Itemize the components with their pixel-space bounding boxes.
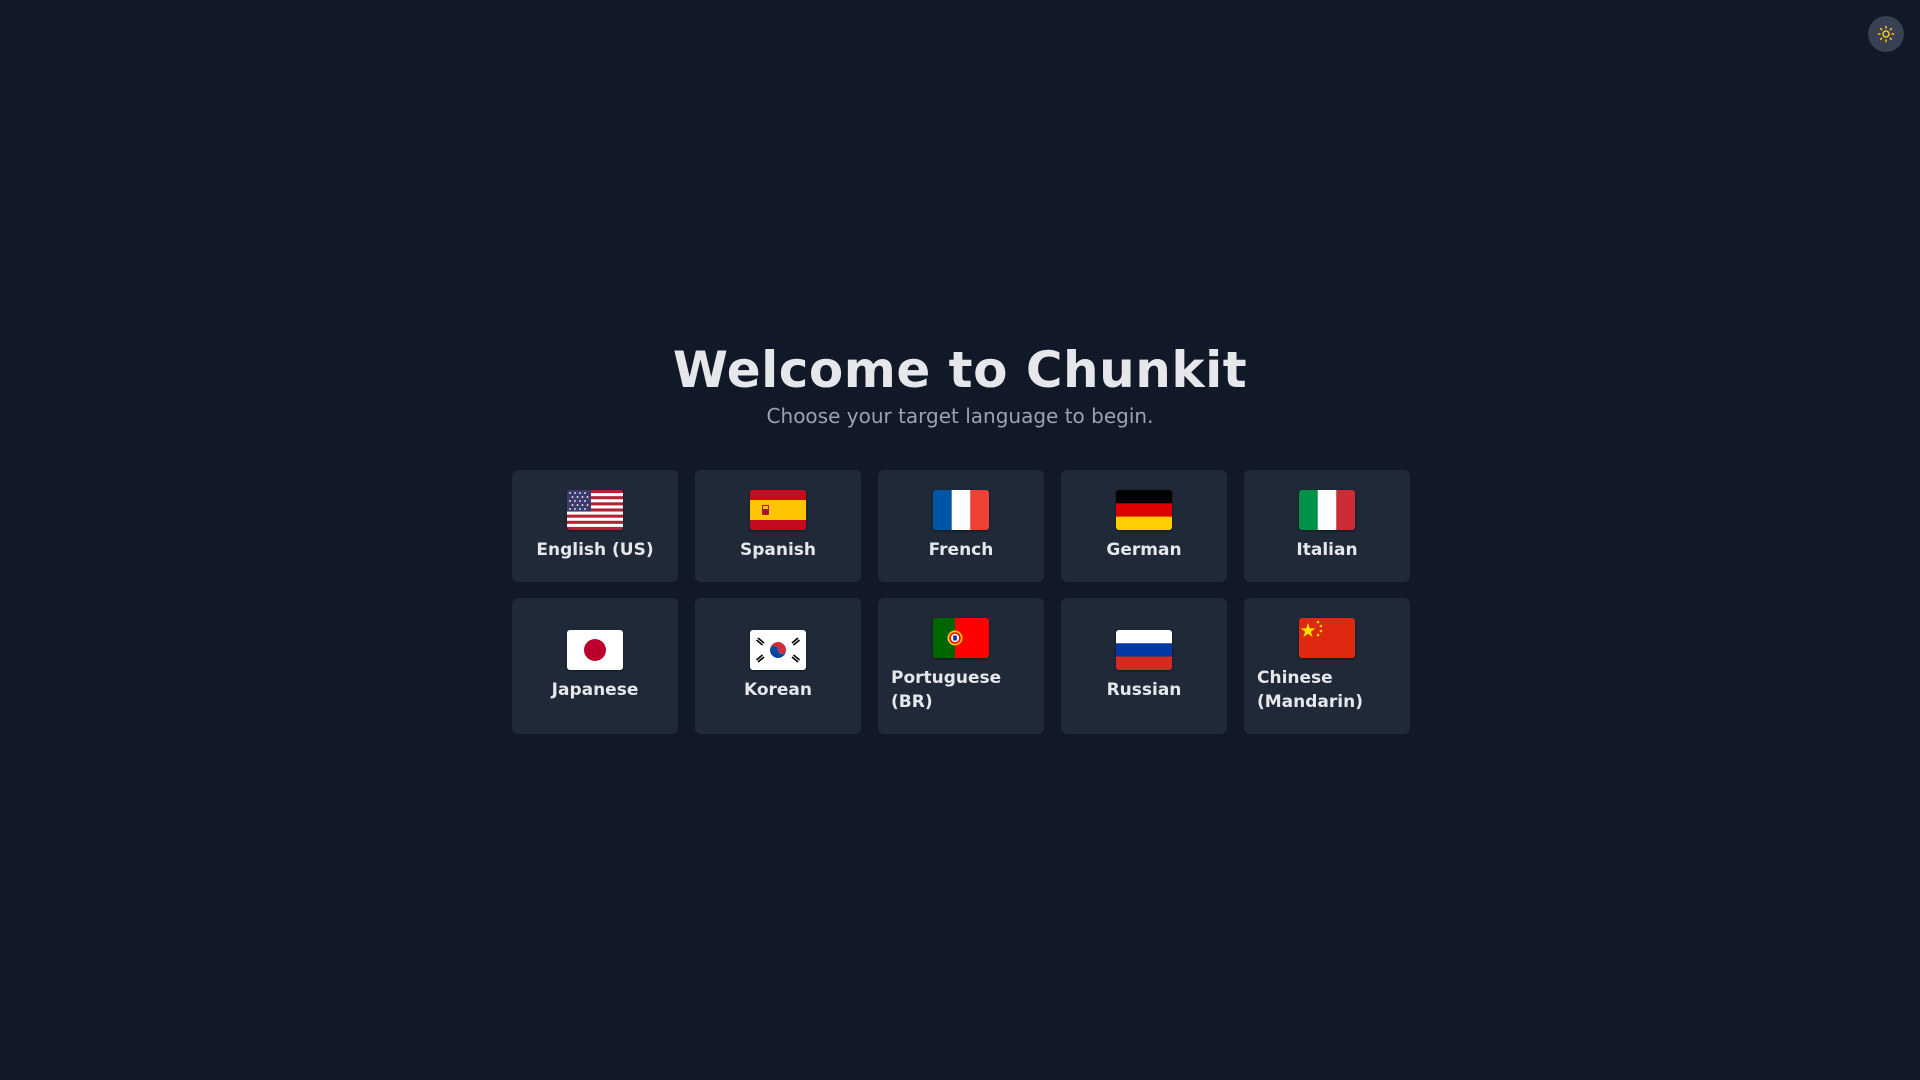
language-card-russian[interactable]: Russian [1061, 598, 1227, 734]
language-label: Korean [743, 680, 813, 700]
language-card-english-us[interactable]: English (US) [512, 470, 678, 582]
language-label: Spanish [739, 540, 817, 560]
sun-icon [1877, 25, 1895, 43]
italy-flag-icon [1299, 490, 1355, 530]
language-card-korean[interactable]: Korean [695, 598, 861, 734]
china-flag-icon [1299, 618, 1355, 658]
germany-flag-icon [1116, 490, 1172, 530]
language-label: Portuguese (BR) [891, 668, 1002, 712]
russia-flag-icon [1116, 630, 1172, 670]
language-card-japanese[interactable]: Japanese [512, 598, 678, 734]
portugal-flag-icon [933, 618, 989, 658]
language-label: English (US) [536, 540, 654, 560]
language-label: French [928, 540, 994, 560]
page-title: Welcome to Chunkit [672, 341, 1248, 399]
theme-toggle-button[interactable] [1868, 16, 1904, 52]
language-card-portuguese-br[interactable]: Portuguese (BR) [878, 598, 1044, 734]
language-label: Japanese [551, 680, 639, 700]
language-card-french[interactable]: French [878, 470, 1044, 582]
spain-flag-icon [750, 490, 806, 530]
language-label: Italian [1296, 540, 1358, 560]
language-grid: English (US) Spanish French German Itali… [512, 470, 1410, 734]
language-label: Russian [1106, 680, 1182, 700]
language-label: Chinese (Mandarin) [1257, 668, 1363, 712]
language-label: German [1106, 540, 1182, 560]
us-flag-icon [567, 490, 623, 530]
language-card-italian[interactable]: Italian [1244, 470, 1410, 582]
language-card-spanish[interactable]: Spanish [695, 470, 861, 582]
language-card-chinese-mandarin[interactable]: Chinese (Mandarin) [1244, 598, 1410, 734]
page-subtitle: Choose your target language to begin. [766, 404, 1154, 428]
south-korea-flag-icon [750, 630, 806, 670]
japan-flag-icon [567, 630, 623, 670]
language-card-german[interactable]: German [1061, 470, 1227, 582]
france-flag-icon [933, 490, 989, 530]
